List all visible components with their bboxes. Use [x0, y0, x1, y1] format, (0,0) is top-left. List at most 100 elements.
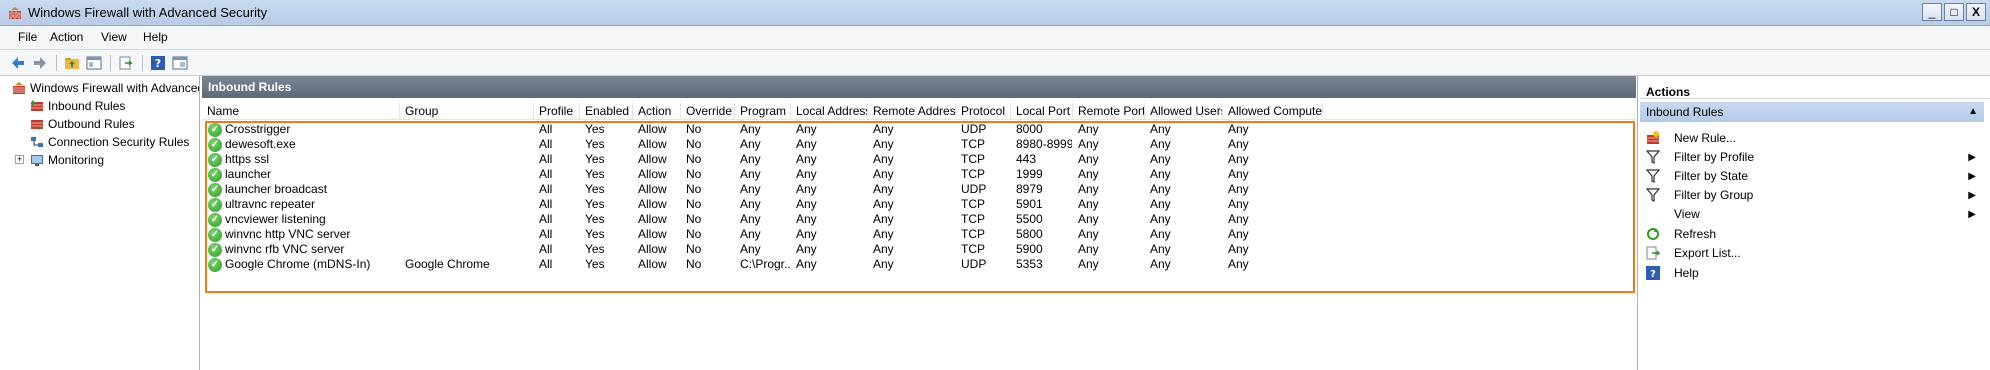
- actions-section-inbound-rules[interactable]: Inbound Rules ▲: [1640, 102, 1984, 122]
- table-row[interactable]: ✓ vncviewer listening All Yes Allow No Any Any A…: [202, 212, 1636, 227]
- column-header-override[interactable]: Override: [681, 103, 735, 119]
- menu-bar: File Action View Help: [0, 26, 1990, 50]
- rule-name: Crosstrigger: [225, 122, 291, 136]
- cell-profile: All: [539, 137, 553, 151]
- cell-remote-port: Any: [1078, 257, 1099, 271]
- maximize-button[interactable]: □: [1944, 3, 1964, 21]
- cell-local-port: 5800: [1016, 227, 1043, 241]
- menu-file[interactable]: File: [18, 30, 37, 44]
- forward-icon[interactable]: [32, 55, 48, 71]
- cell-local-port: 443: [1016, 152, 1037, 166]
- svg-text:?: ?: [1650, 269, 1656, 280]
- cell-allowed-computers: Any: [1228, 122, 1249, 136]
- table-row[interactable]: ✓ ultravnc repeater All Yes Allow No Any Any Any…: [202, 197, 1636, 212]
- action-label: Filter by Profile: [1674, 150, 1755, 164]
- monitoring-expander[interactable]: +: [15, 155, 24, 164]
- action-help[interactable]: ? Help: [1640, 263, 1984, 283]
- tree-item-outbound-rules[interactable]: Outbound Rules: [30, 116, 135, 132]
- tree-root[interactable]: Windows Firewall with Advanced Security: [12, 80, 199, 96]
- action-filter-by-profile[interactable]: Filter by Profile ▶: [1640, 147, 1984, 167]
- cell-name: ✓ dewesoft.exe: [208, 137, 400, 152]
- properties-icon[interactable]: [172, 55, 188, 71]
- cell-remote-port: Any: [1078, 182, 1099, 196]
- tree-item-monitoring[interactable]: Monitoring: [30, 152, 104, 168]
- column-header-group[interactable]: Group: [400, 103, 534, 119]
- table-row[interactable]: ✓ https ssl All Yes Allow No Any Any Any TCP 443 An…: [202, 152, 1636, 167]
- action-new-rule[interactable]: New Rule...: [1640, 128, 1984, 148]
- action-refresh[interactable]: Refresh: [1640, 224, 1984, 244]
- cell-allowed-computers: Any: [1228, 212, 1249, 226]
- cell-profile: All: [539, 242, 553, 256]
- cell-allowed-computers: Any: [1228, 167, 1249, 181]
- up-folder-icon[interactable]: [64, 55, 80, 71]
- table-row[interactable]: ✓ launcher broadcast All Yes Allow No Any Any An…: [202, 182, 1636, 197]
- collapse-icon[interactable]: ▲: [1968, 106, 1978, 117]
- actions-title: Actions: [1640, 79, 1990, 99]
- filter-icon: [1646, 169, 1660, 183]
- column-header-action[interactable]: Action: [633, 103, 681, 119]
- column-header-program[interactable]: Program: [735, 103, 791, 119]
- cell-action: Allow: [638, 137, 667, 151]
- table-row[interactable]: ✓ launcher All Yes Allow No Any Any Any TCP 1999 An…: [202, 167, 1636, 182]
- inbound-rules-icon: [31, 100, 43, 111]
- cell-local-address: Any: [796, 122, 817, 136]
- cell-enabled: Yes: [585, 227, 605, 241]
- table-row[interactable]: ✓ winvnc rfb VNC server All Yes Allow No Any An…: [202, 242, 1636, 257]
- column-header-protocol[interactable]: Protocol: [956, 103, 1011, 119]
- help-icon[interactable]: ?: [150, 55, 166, 71]
- cell-local-address: Any: [796, 197, 817, 211]
- action-filter-by-group[interactable]: Filter by Group ▶: [1640, 185, 1984, 205]
- cell-allowed-users: Any: [1150, 227, 1171, 241]
- column-header-name[interactable]: Name: [202, 103, 400, 119]
- action-filter-by-state[interactable]: Filter by State ▶: [1640, 166, 1984, 186]
- back-icon[interactable]: [10, 55, 26, 71]
- cell-protocol: UDP: [961, 182, 987, 196]
- cell-local-port: 8980-8999: [1016, 137, 1072, 151]
- export-icon[interactable]: [118, 55, 134, 71]
- cell-local-port: 5500: [1016, 212, 1043, 226]
- table-row[interactable]: ✓ Crosstrigger All Yes Allow No Any Any Any UDP 80…: [202, 122, 1636, 137]
- cell-local-port: 8000: [1016, 122, 1043, 136]
- column-header-enabled[interactable]: Enabled: [580, 103, 633, 119]
- tree-item-label: Outbound Rules: [48, 117, 135, 131]
- cell-profile: All: [539, 167, 553, 181]
- action-label: View: [1674, 207, 1700, 221]
- cell-protocol: TCP: [961, 152, 985, 166]
- menu-action[interactable]: Action: [50, 30, 83, 44]
- cell-remote-port: Any: [1078, 227, 1099, 241]
- cell-remote-address: Any: [873, 152, 894, 166]
- cell-program: Any: [740, 197, 761, 211]
- cell-group: [405, 227, 533, 242]
- cell-profile: All: [539, 257, 553, 271]
- table-row[interactable]: ✓ dewesoft.exe All Yes Allow No Any Any Any TCP 89…: [202, 137, 1636, 152]
- cell-override: No: [686, 197, 702, 211]
- column-header-profile[interactable]: Profile: [534, 103, 580, 119]
- table-row[interactable]: ✓ Google Chrome (mDNS-In) Google Chrome All…: [202, 257, 1636, 272]
- close-button[interactable]: X: [1966, 3, 1986, 21]
- menu-help[interactable]: Help: [143, 30, 168, 44]
- minimize-button[interactable]: _: [1922, 3, 1942, 21]
- action-export-list[interactable]: Export List...: [1640, 243, 1984, 263]
- cell-remote-port: Any: [1078, 152, 1099, 166]
- menu-view[interactable]: View: [101, 30, 127, 44]
- tree-item-inbound-rules[interactable]: Inbound Rules: [30, 98, 125, 114]
- column-header-local-port[interactable]: Local Port: [1011, 103, 1073, 119]
- column-header-local-address[interactable]: Local Address: [791, 103, 868, 119]
- rule-name: winvnc http VNC server: [225, 227, 351, 241]
- cell-remote-port: Any: [1078, 242, 1099, 256]
- column-header-allowed-computers[interactable]: Allowed Computers: [1223, 103, 1323, 119]
- cell-remote-port: Any: [1078, 122, 1099, 136]
- column-header-remote-address[interactable]: Remote Address: [868, 103, 956, 119]
- column-header-remote-port[interactable]: Remote Port: [1073, 103, 1145, 119]
- cell-profile: All: [539, 182, 553, 196]
- help-icon: ?: [1646, 266, 1660, 280]
- cell-protocol: TCP: [961, 242, 985, 256]
- column-header-allowed-users[interactable]: Allowed Users: [1145, 103, 1223, 119]
- cell-remote-address: Any: [873, 122, 894, 136]
- action-view[interactable]: View ▶: [1640, 204, 1984, 224]
- enabled-check-icon: ✓: [208, 212, 222, 227]
- show-hide-tree-icon[interactable]: [86, 55, 102, 71]
- tree-item-connection-security-rules[interactable]: Connection Security Rules: [30, 134, 189, 150]
- table-row[interactable]: ✓ winvnc http VNC server All Yes Allow No Any A…: [202, 227, 1636, 242]
- cell-override: No: [686, 212, 702, 226]
